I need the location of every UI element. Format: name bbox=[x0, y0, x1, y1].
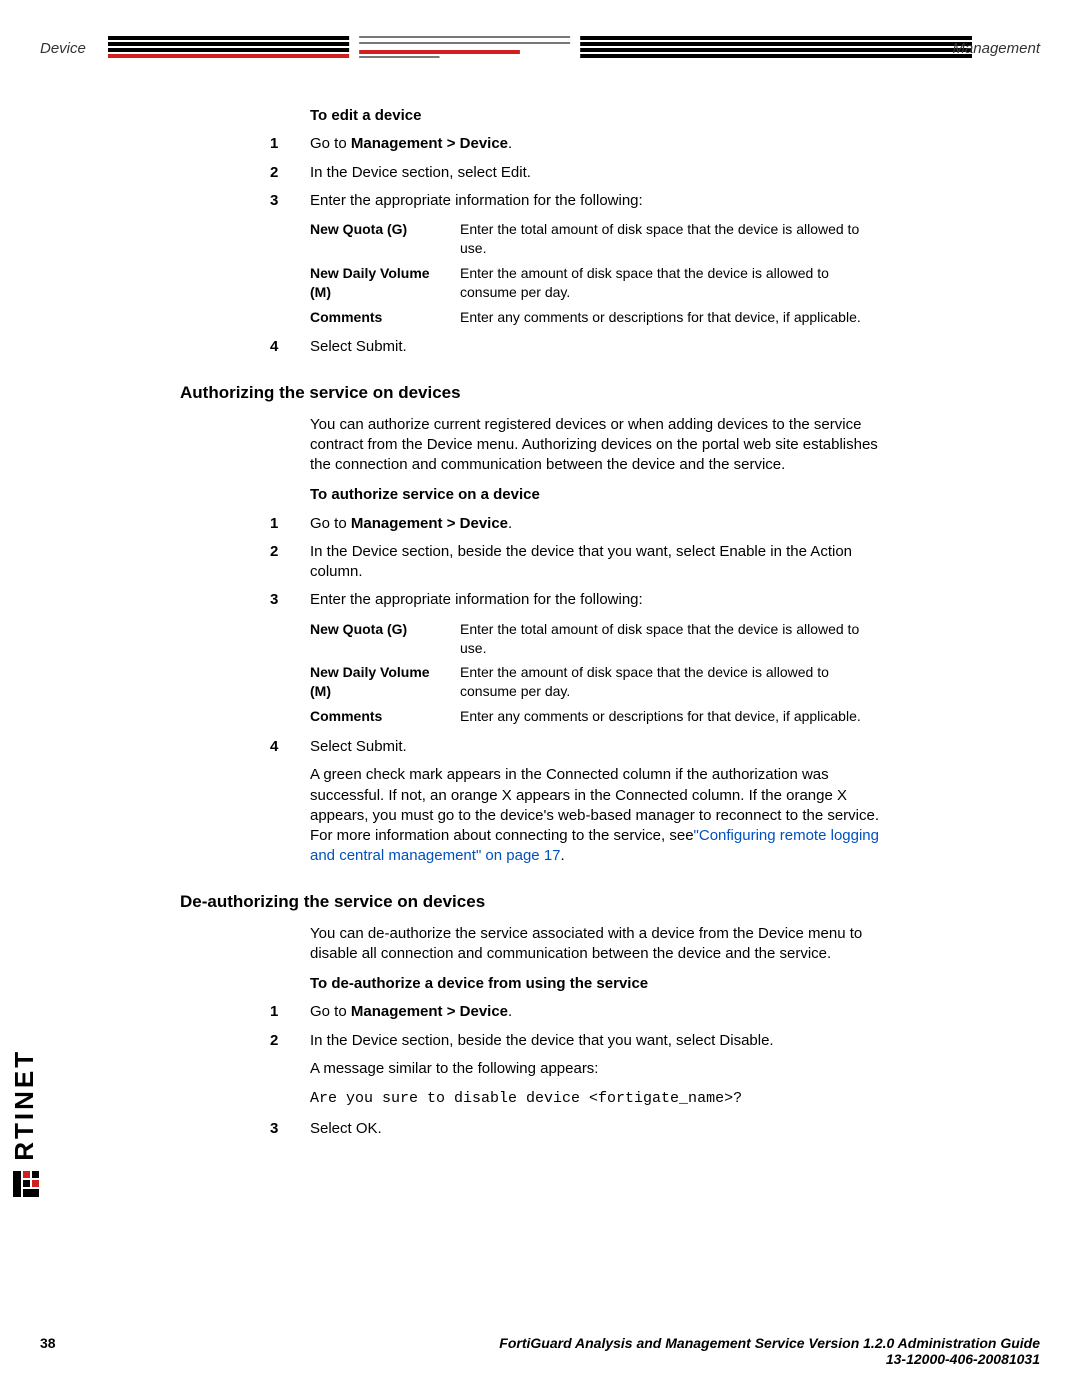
procedure-title-deauthorize: To de-authorize a device from using the … bbox=[310, 974, 900, 994]
step-number: 3 bbox=[270, 590, 278, 610]
step-number: 1 bbox=[270, 1002, 278, 1022]
field-desc: Enter the total amount of disk space tha… bbox=[460, 617, 880, 661]
step-3: 3 Enter the appropriate information for … bbox=[270, 191, 900, 330]
step-text: Select OK. bbox=[310, 1120, 382, 1137]
field-desc: Enter the total amount of disk space tha… bbox=[460, 217, 880, 261]
logo-text: RTINET bbox=[9, 1049, 39, 1161]
field-table: New Quota (G) Enter the total amount of … bbox=[310, 217, 880, 329]
logo-icon bbox=[9, 1161, 39, 1197]
field-desc: Enter the amount of disk space that the … bbox=[460, 660, 880, 704]
nav-path: Management > Device bbox=[351, 515, 508, 532]
step-2: 2 In the Device section, beside the devi… bbox=[270, 1031, 900, 1110]
step-3: 3 Select OK. bbox=[270, 1119, 900, 1139]
step-number: 1 bbox=[270, 134, 278, 154]
field-name: Comments bbox=[310, 305, 460, 330]
step-text: Go to bbox=[310, 515, 351, 532]
footer-doc-title: FortiGuard Analysis and Management Servi… bbox=[40, 1335, 1040, 1351]
steps-deauthorize: 1 Go to Management > Device. 2 In the De… bbox=[270, 1002, 900, 1139]
code-message: Are you sure to disable device <fortigat… bbox=[310, 1089, 900, 1109]
step-number: 2 bbox=[270, 542, 278, 562]
step-text: Select Submit. bbox=[310, 738, 407, 755]
step-text: Select Submit. bbox=[310, 338, 407, 355]
field-desc: Enter any comments or descriptions for t… bbox=[460, 704, 880, 729]
step-text: Enter the appropriate information for th… bbox=[310, 591, 643, 608]
nav-path: Management > Device bbox=[351, 135, 508, 152]
step-number: 2 bbox=[270, 163, 278, 183]
page-content: To edit a device 1 Go to Management > De… bbox=[180, 106, 900, 1148]
step-note: A green check mark appears in the Connec… bbox=[310, 765, 900, 866]
field-name: New Quota (G) bbox=[310, 617, 460, 661]
step-number: 1 bbox=[270, 514, 278, 534]
step-2: 2 In the Device section, select Edit. bbox=[270, 163, 900, 183]
step-3: 3 Enter the appropriate information for … bbox=[270, 590, 900, 729]
field-desc: Enter any comments or descriptions for t… bbox=[460, 305, 880, 330]
footer-doc-id: 13-12000-406-20081031 bbox=[40, 1351, 1040, 1367]
field-name: New Quota (G) bbox=[310, 217, 460, 261]
steps-authorize: 1 Go to Management > Device. 2 In the De… bbox=[270, 514, 900, 867]
field-name: New Daily Volume (M) bbox=[310, 660, 460, 704]
field-name: New Daily Volume (M) bbox=[310, 261, 460, 305]
step-1: 1 Go to Management > Device. bbox=[270, 134, 900, 154]
page-header: Device Management bbox=[0, 36, 1080, 66]
step-number: 3 bbox=[270, 191, 278, 211]
step-text: Go to bbox=[310, 1003, 351, 1020]
table-row: Comments Enter any comments or descripti… bbox=[310, 305, 880, 330]
table-row: Comments Enter any comments or descripti… bbox=[310, 704, 880, 729]
table-row: New Quota (G) Enter the total amount of … bbox=[310, 217, 880, 261]
header-right-label: Management bbox=[952, 40, 1040, 57]
step-text: Go to bbox=[310, 135, 351, 152]
header-left-label: Device bbox=[40, 40, 86, 57]
field-name: Comments bbox=[310, 704, 460, 729]
step-2: 2 In the Device section, beside the devi… bbox=[270, 542, 900, 583]
table-row: New Quota (G) Enter the total amount of … bbox=[310, 617, 880, 661]
fortinet-logo: RTINET bbox=[9, 1049, 40, 1197]
table-row: New Daily Volume (M) Enter the amount of… bbox=[310, 660, 880, 704]
nav-path: Management > Device bbox=[351, 1003, 508, 1020]
page-footer: 38 FortiGuard Analysis and Management Se… bbox=[40, 1335, 1040, 1367]
step-text: In the Device section, beside the device… bbox=[310, 1032, 774, 1049]
step-text: In the Device section, beside the device… bbox=[310, 543, 852, 580]
step-number: 2 bbox=[270, 1031, 278, 1051]
step-text: In the Device section, select Edit. bbox=[310, 164, 531, 181]
step-4: 4 Select Submit. A green check mark appe… bbox=[270, 737, 900, 867]
step-number: 4 bbox=[270, 737, 278, 757]
header-stripe-graphic bbox=[108, 36, 972, 66]
field-table: New Quota (G) Enter the total amount of … bbox=[310, 617, 880, 729]
page-number: 38 bbox=[40, 1335, 56, 1351]
procedure-title-authorize: To authorize service on a device bbox=[310, 485, 900, 505]
step-text: Enter the appropriate information for th… bbox=[310, 192, 643, 209]
step-1: 1 Go to Management > Device. bbox=[270, 1002, 900, 1022]
table-row: New Daily Volume (M) Enter the amount of… bbox=[310, 261, 880, 305]
section-heading-authorizing: Authorizing the service on devices bbox=[180, 382, 900, 405]
step-note: A message similar to the following appea… bbox=[310, 1059, 900, 1079]
step-1: 1 Go to Management > Device. bbox=[270, 514, 900, 534]
procedure-title-edit-device: To edit a device bbox=[310, 106, 900, 126]
steps-edit-device: 1 Go to Management > Device. 2 In the De… bbox=[270, 134, 900, 357]
section-heading-deauthorizing: De-authorizing the service on devices bbox=[180, 891, 900, 914]
step-4: 4 Select Submit. bbox=[270, 337, 900, 357]
step-number: 3 bbox=[270, 1119, 278, 1139]
section-intro: You can authorize current registered dev… bbox=[310, 415, 900, 476]
step-number: 4 bbox=[270, 337, 278, 357]
field-desc: Enter the amount of disk space that the … bbox=[460, 261, 880, 305]
section-intro: You can de-authorize the service associa… bbox=[310, 924, 900, 965]
